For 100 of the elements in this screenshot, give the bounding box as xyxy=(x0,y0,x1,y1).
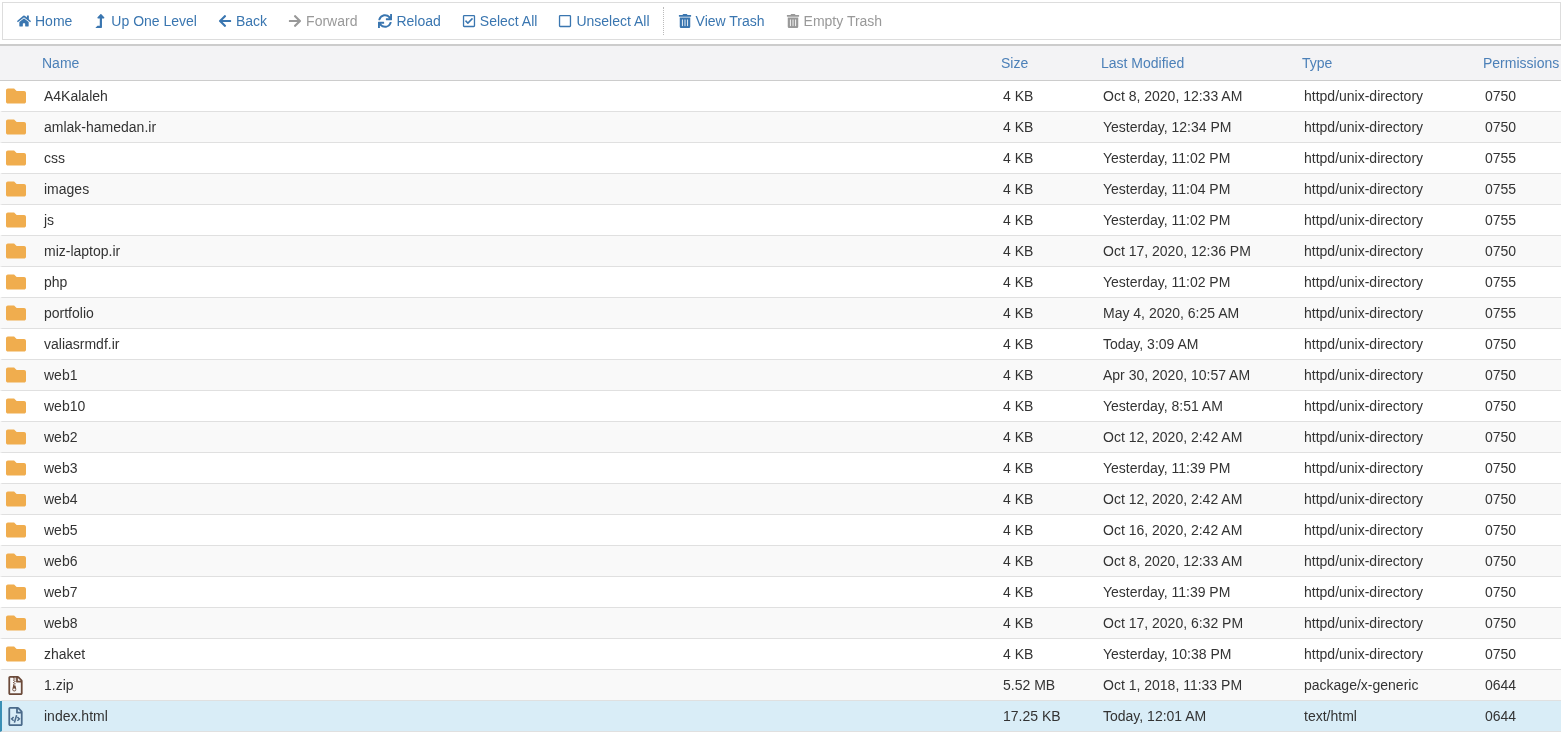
file-type: httpd/unix-directory xyxy=(1304,615,1425,631)
file-size: 5.52 MB xyxy=(1003,677,1057,693)
folder-icon xyxy=(6,241,26,261)
file-name: web1 xyxy=(44,367,79,383)
file-name: web8 xyxy=(44,615,79,631)
file-type: httpd/unix-directory xyxy=(1304,553,1425,569)
file-type: httpd/unix-directory xyxy=(1304,305,1425,321)
modified-date: Yesterday, 11:02 PM xyxy=(1103,212,1232,228)
file-row[interactable]: amlak-hamedan.ir 4 KB Yesterday, 12:34 PM httpd/unix-directory 0750 xyxy=(0,112,1561,143)
permissions: 0750 xyxy=(1485,553,1518,569)
column-header[interactable]: Last Modified xyxy=(1101,55,1302,71)
modified-date: Today, 12:01 AM xyxy=(1103,708,1208,724)
modified-date: Yesterday, 10:38 PM xyxy=(1103,646,1233,662)
file-size: 4 KB xyxy=(1003,88,1035,104)
reload-icon xyxy=(378,14,393,28)
folder-icon xyxy=(6,86,26,106)
folder-icon xyxy=(6,334,26,354)
modified-date: Yesterday, 11:39 PM xyxy=(1103,460,1232,476)
file-size: 4 KB xyxy=(1003,553,1035,569)
permissions: 0750 xyxy=(1485,367,1518,383)
modified-date: May 4, 2020, 6:25 AM xyxy=(1103,305,1241,321)
file-row[interactable]: miz-laptop.ir 4 KB Oct 17, 2020, 12:36 PM httpd/unix-directory 0750 xyxy=(0,236,1561,267)
toolbar-button[interactable]: Up One Level xyxy=(85,7,210,35)
permissions: 0750 xyxy=(1485,491,1518,507)
folder-icon xyxy=(6,613,26,633)
archive-file-icon xyxy=(6,675,25,695)
folder-icon xyxy=(6,148,26,168)
modified-date: Yesterday, 11:39 PM xyxy=(1103,584,1232,600)
permissions: 0755 xyxy=(1485,305,1518,321)
file-row[interactable]: 1.zip 5.52 MB Oct 1, 2018, 11:33 PM package/x-generic 0644 xyxy=(0,670,1561,701)
file-row[interactable]: web4 4 KB Oct 12, 2020, 2:42 AM httpd/unix-directory 0750 xyxy=(0,484,1561,515)
folder-icon xyxy=(6,644,26,664)
file-type: httpd/unix-directory xyxy=(1304,522,1425,538)
folder-icon xyxy=(6,179,26,199)
file-size: 17.25 KB xyxy=(1003,708,1062,724)
file-type: httpd/unix-directory xyxy=(1304,429,1425,445)
trash-icon xyxy=(785,14,800,28)
folder-icon xyxy=(6,210,26,230)
file-type: httpd/unix-directory xyxy=(1304,212,1425,228)
file-type: httpd/unix-directory xyxy=(1304,181,1425,197)
permissions: 0750 xyxy=(1485,429,1518,445)
folder-icon xyxy=(6,365,26,385)
file-row[interactable]: web6 4 KB Oct 8, 2020, 12:33 AM httpd/unix-directory 0750 xyxy=(0,546,1561,577)
folder-icon xyxy=(6,458,26,478)
modified-date: Oct 12, 2020, 2:42 AM xyxy=(1103,429,1244,445)
file-size: 4 KB xyxy=(1003,150,1035,166)
file-name: css xyxy=(44,150,66,166)
folder-icon xyxy=(6,427,26,447)
file-type: httpd/unix-directory xyxy=(1304,584,1425,600)
folder-icon xyxy=(6,582,26,602)
trash-icon xyxy=(677,14,692,28)
file-row[interactable]: portfolio 4 KB May 4, 2020, 6:25 AM httpd/unix-directory 0755 xyxy=(0,298,1561,329)
toolbar-button[interactable]: Back xyxy=(209,7,281,35)
toolbar-button[interactable]: Unselect All xyxy=(550,7,664,35)
file-name: php xyxy=(44,274,69,290)
column-header[interactable]: Size xyxy=(1001,55,1101,71)
empty-box-icon xyxy=(558,14,573,28)
folder-icon xyxy=(6,520,26,540)
file-name: js xyxy=(44,212,56,228)
file-type: httpd/unix-directory xyxy=(1304,274,1425,290)
file-row[interactable]: web1 4 KB Apr 30, 2020, 10:57 AM httpd/unix-directory 0750 xyxy=(0,360,1561,391)
column-header[interactable]: Name xyxy=(42,55,1001,71)
folder-icon xyxy=(6,303,26,323)
file-name: A4Kalaleh xyxy=(44,88,109,104)
file-row[interactable]: index.html 17.25 KB Today, 12:01 AM text/html 0644 xyxy=(0,701,1561,732)
permissions: 0750 xyxy=(1485,615,1518,631)
folder-icon xyxy=(6,396,26,416)
column-header[interactable]: Type xyxy=(1302,55,1483,71)
file-size: 4 KB xyxy=(1003,243,1035,259)
file-size: 4 KB xyxy=(1003,491,1035,507)
permissions: 0755 xyxy=(1485,274,1518,290)
toolbar-button[interactable]: View Trash xyxy=(669,7,778,35)
permissions: 0750 xyxy=(1485,336,1518,352)
folder-icon xyxy=(6,551,26,571)
file-row[interactable]: images 4 KB Yesterday, 11:04 PM httpd/unix-directory 0755 xyxy=(0,174,1561,205)
modified-date: Yesterday, 12:34 PM xyxy=(1103,119,1233,135)
folder-icon xyxy=(6,272,26,292)
file-row[interactable]: web8 4 KB Oct 17, 2020, 6:32 PM httpd/unix-directory 0750 xyxy=(0,608,1561,639)
toolbar-button[interactable]: Reload xyxy=(370,7,454,35)
toolbar-button[interactable]: Select All xyxy=(453,7,551,35)
permissions: 0750 xyxy=(1485,646,1518,662)
file-type: httpd/unix-directory xyxy=(1304,119,1425,135)
file-name: miz-laptop.ir xyxy=(44,243,122,259)
file-name: 1.zip xyxy=(44,677,75,693)
toolbar-button[interactable]: Home xyxy=(9,7,86,35)
file-name: web10 xyxy=(44,398,87,414)
left-arrow-icon xyxy=(217,14,232,28)
modified-date: Oct 1, 2018, 11:33 PM xyxy=(1103,677,1244,693)
file-size: 4 KB xyxy=(1003,119,1035,135)
modified-date: Oct 8, 2020, 12:33 AM xyxy=(1103,88,1244,104)
modified-date: Oct 16, 2020, 2:42 AM xyxy=(1103,522,1244,538)
permissions: 0750 xyxy=(1485,119,1518,135)
file-type: httpd/unix-directory xyxy=(1304,646,1425,662)
file-row[interactable]: web2 4 KB Oct 12, 2020, 2:42 AM httpd/unix-directory 0750 xyxy=(0,422,1561,453)
file-name: images xyxy=(44,181,91,197)
file-size: 4 KB xyxy=(1003,398,1035,414)
column-header[interactable]: Permissions xyxy=(1483,55,1561,71)
file-type: httpd/unix-directory xyxy=(1304,460,1425,476)
file-name: web2 xyxy=(44,429,79,445)
modified-date: Yesterday, 11:02 PM xyxy=(1103,150,1232,166)
